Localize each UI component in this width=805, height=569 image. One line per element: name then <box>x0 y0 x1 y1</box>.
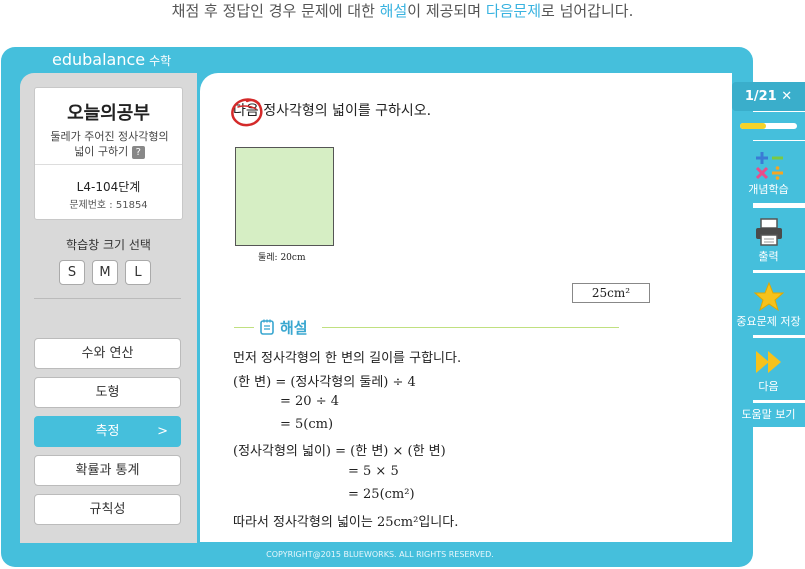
problem-area: 다음 정사각형의 넓이를 구하시오. 둘레: 20cm 25cm² 해설 먼저 … <box>200 73 732 542</box>
caption-text-1: 채점 후 정답인 경우 문제에 대한 <box>171 2 380 20</box>
caption-highlight-explanation: 해설 <box>379 2 408 20</box>
size-large-button[interactable]: L <box>125 260 151 285</box>
explanation-line: = 25(cm²) <box>348 487 415 502</box>
progress-panel <box>732 112 805 140</box>
size-medium-button[interactable]: M <box>92 260 118 285</box>
brand-name: edubalance <box>52 50 146 69</box>
copyright-footer: COPYRIGHT@2015 BLUEWORKS. ALL RIGHTS RES… <box>266 550 494 559</box>
help-button[interactable]: 도움말 보기 <box>732 403 805 427</box>
lesson-description: 둘레가 주어진 정사각형의 넓이 구하기 ? <box>45 129 174 159</box>
answer-box[interactable]: 25cm² <box>572 283 650 303</box>
brand-logo: edubalance 수학 <box>52 50 171 69</box>
card-divider <box>35 164 182 165</box>
concept-learning-button[interactable]: 개념학습 <box>732 141 805 203</box>
explanation-rule-right <box>322 327 619 328</box>
printer-icon <box>756 218 782 246</box>
correct-circle-mark <box>231 98 263 127</box>
progress-fill <box>740 123 766 129</box>
sidebar-divider <box>34 298 181 299</box>
question-counter-close[interactable]: 1/21 ✕ <box>732 82 805 111</box>
perimeter-label: 둘레: 20cm <box>258 253 306 263</box>
print-button[interactable]: 출력 <box>732 208 805 270</box>
double-arrow-right-icon <box>756 351 781 373</box>
caption-text-2: 이 제공되며 <box>407 2 486 20</box>
window-size-label: 학습창 크기 선택 <box>66 238 151 252</box>
category-geometry[interactable]: 도형 <box>34 377 181 408</box>
category-patterns[interactable]: 규칙성 <box>34 494 181 525</box>
today-study-title: 오늘의공부 <box>67 103 150 124</box>
explanation-title: 해설 <box>280 319 308 337</box>
category-label: 측정 <box>95 424 120 439</box>
category-number-operations[interactable]: 수와 연산 <box>34 338 181 369</box>
today-study-card: 오늘의공부 둘레가 주어진 정사각형의 넓이 구하기 ? L4-104단계 문제… <box>34 87 183 220</box>
explanation-line: 먼저 정사각형의 한 변의 길이를 구합니다. <box>233 351 462 366</box>
save-important-label: 중요문제 저장 <box>736 315 801 328</box>
explanation-line: (정사각형의 넓이) = (한 변) × (한 변) <box>233 444 446 459</box>
concept-learning-label: 개념학습 <box>748 183 789 196</box>
lesson-description-text: 둘레가 주어진 정사각형의 넓이 구하기 <box>50 130 169 158</box>
category-label: 도형 <box>95 385 120 400</box>
notepad-icon <box>260 319 274 335</box>
progress-bar <box>740 123 797 129</box>
caption-text-3: 로 넘어갑니다. <box>541 2 634 20</box>
level-code: L4-104단계 <box>76 180 141 194</box>
explanation-line: = 5(cm) <box>280 417 334 432</box>
category-measurement[interactable]: 측정 > <box>34 416 181 447</box>
lesson-help-icon[interactable]: ? <box>131 145 145 159</box>
next-label: 다음 <box>758 380 779 393</box>
category-label: 확률과 통계 <box>75 463 140 478</box>
question-number: 문제번호 : 51854 <box>69 200 148 211</box>
square-figure <box>235 147 334 246</box>
caption-highlight-next: 다음문제 <box>485 2 542 20</box>
save-important-question-button[interactable]: 중요문제 저장 <box>732 273 805 335</box>
chevron-right-icon: > <box>157 424 168 439</box>
star-icon <box>753 281 785 312</box>
explanation-line: = 5 × 5 <box>348 464 399 479</box>
size-small-button[interactable]: S <box>59 260 85 285</box>
next-question-button[interactable]: 다음 <box>732 338 805 400</box>
category-label: 수와 연산 <box>81 346 134 361</box>
print-label: 출력 <box>758 250 779 263</box>
page-caption: 채점 후 정답인 경우 문제에 대한 해설이 제공되며 다음문제로 넘어갑니다. <box>0 0 805 26</box>
explanation-rule-left <box>234 327 254 328</box>
explanation-line: = 20 ÷ 4 <box>280 394 339 409</box>
category-label: 규칙성 <box>89 502 126 517</box>
math-operators-icon <box>755 152 783 180</box>
brand-subject: 수학 <box>149 54 172 68</box>
explanation-line: (한 변) = (정사각형의 둘레) ÷ 4 <box>233 375 416 390</box>
category-probability-statistics[interactable]: 확률과 통계 <box>34 455 181 486</box>
explanation-line: 따라서 정사각형의 넓이는 25cm²입니다. <box>233 515 459 530</box>
